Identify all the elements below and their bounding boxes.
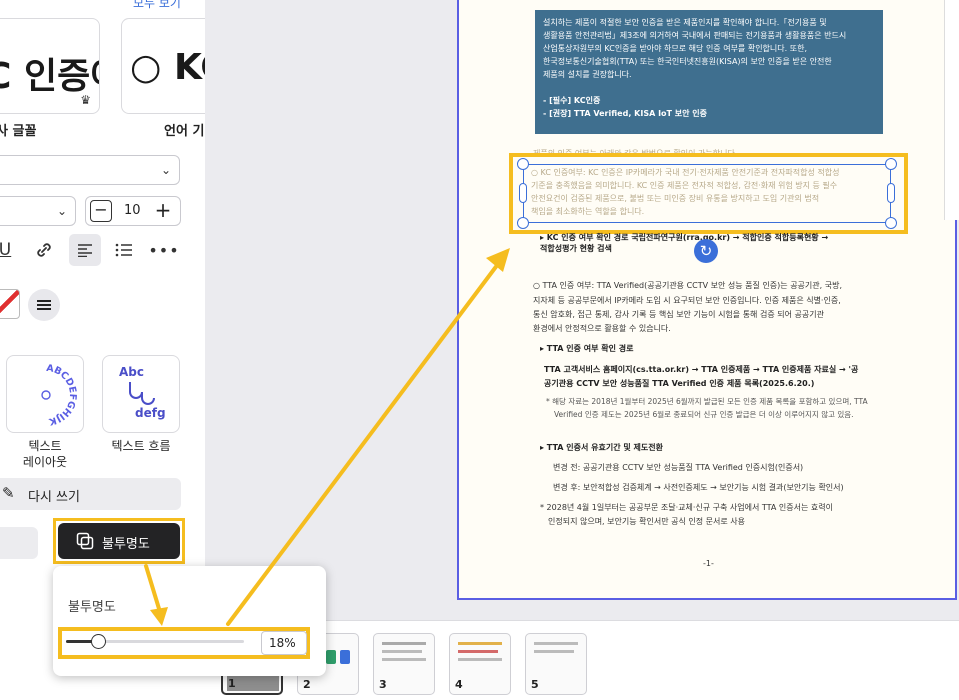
secondary-button[interactable] [0, 527, 38, 559]
opacity-value-input[interactable]: 18% [261, 631, 307, 655]
opacity-icon [76, 532, 94, 550]
info-line: 한국정보통신기술협회(TTA) 또는 한국인터넷진흥원(KISA)의 보안 인증… [543, 57, 832, 66]
info-line: 산업통상자원부의 KC인증을 받아야 하므로 해당 인증 여부를 확인합니다. … [543, 44, 807, 53]
font-card-1[interactable]: C 인증여 ♛ [0, 18, 100, 114]
font-size-value[interactable]: 10 [124, 203, 141, 218]
chevron-down-icon: ⌄ [160, 163, 171, 177]
flow-text-top: Abc [119, 365, 144, 379]
opacity-value: 18% [269, 636, 296, 650]
rotate-icon[interactable]: ↻ [694, 239, 718, 263]
thumbnail-preview [382, 650, 422, 653]
bullet-list-icon[interactable] [110, 236, 138, 264]
resize-handle[interactable] [517, 158, 529, 170]
resize-handle[interactable] [517, 217, 529, 229]
resize-handle[interactable] [885, 217, 897, 229]
font-card-label: 언어 기 [164, 124, 205, 139]
effect-label: 레이아웃 [22, 455, 68, 469]
opacity-button-label: 불투명도 [102, 537, 150, 552]
opacity-popup-title: 불투명도 [68, 600, 116, 615]
plus-button[interactable]: + [152, 200, 174, 222]
font-sample: C 인증여 [0, 56, 99, 97]
doc-text: 변경 전: 공공기관용 CCTV 보안 성능품질 TTA Verified 인증… [553, 463, 804, 472]
opacity-button[interactable]: 불투명도 [58, 523, 180, 559]
show-all-link[interactable]: 모두 보기 [133, 0, 181, 11]
thumbnail-preview [340, 650, 350, 664]
minus-button[interactable]: − [90, 200, 112, 222]
doc-text: Verified 인증 제도는 2025년 6월로 종료되어 신규 인증 발급은… [554, 410, 854, 419]
page-number: -1- [703, 559, 714, 568]
align-left-icon[interactable] [69, 234, 101, 266]
info-line: - [필수] KC인증 [543, 96, 601, 105]
rewrite-label: 다시 쓰기 [28, 490, 80, 505]
thumbnail-preview [382, 642, 426, 645]
more-options-icon[interactable]: ••• [148, 236, 178, 264]
font-sample: ○ KC [130, 47, 205, 88]
magic-wand-icon: ✎ [2, 484, 15, 502]
font-card-label: 사 글꼴 [0, 124, 37, 139]
doc-text: ▸ TTA 인증서 유효기간 및 제도전환 [540, 443, 663, 452]
resize-handle[interactable] [885, 158, 897, 170]
text-layout-effect[interactable]: ABCDEFGHIJK [6, 355, 84, 433]
thumbnail-preview [534, 650, 574, 653]
resize-handle[interactable] [519, 183, 527, 203]
doc-text: 환경에서 안정적으로 활용할 수 있습니다. [533, 324, 671, 333]
side-panel-edge [944, 0, 959, 220]
thumbnail-number: 3 [379, 678, 387, 691]
doc-text: 공기관용 CCTV 보안 성능품질 TTA Verified 인증 제품 목록(… [544, 379, 815, 388]
info-line [543, 81, 875, 94]
doc-text: 적합성평가 현황 검색 [540, 244, 612, 253]
font-family-select[interactable]: ⌄ [0, 155, 180, 185]
doc-text: ▸ TTA 인증 여부 확인 경로 [540, 344, 634, 353]
thumbnail-number: 2 [303, 678, 311, 691]
doc-text: ○ TTA 인증 여부: TTA Verified(공공기관용 CCTV 보안 … [533, 281, 842, 290]
font-style-select[interactable]: ⌄ [0, 196, 76, 226]
info-line: 설치하는 제품이 적절한 보안 인증을 받은 제품인지를 확인해야 합니다.「전… [543, 18, 827, 27]
font-size-stepper: − 10 + [85, 196, 181, 226]
thumbnail-preview [458, 658, 502, 661]
doc-text: 인정되지 않으며, 보안기능 확인서만 공식 인정 문서로 사용 [548, 517, 745, 526]
page-thumbnail-3[interactable]: 3 [373, 633, 435, 695]
thumbnail-number: 5 [531, 678, 539, 691]
selection-frame [523, 164, 891, 223]
thumbnail-preview [534, 642, 578, 645]
chevron-down-icon: ⌄ [56, 204, 67, 218]
text-flow-effect[interactable]: Abc defg [102, 355, 180, 433]
page-thumbnail-4[interactable]: 4 [449, 633, 511, 695]
circular-text-icon: ABCDEFGHIJK [41, 363, 78, 427]
doc-text: * 해당 자료는 2018년 1월부터 2025년 6월까지 발급된 모든 인증… [546, 397, 868, 406]
thumbnail-preview [458, 650, 498, 653]
doc-text: * 2028년 4월 1일부터는 공공부문 조달·교체·신규 구축 사업에서 T… [540, 503, 833, 512]
doc-text: 지자체 등 공공부문에서 IP카메라 도입 시 요구되던 보안 인증입니다. 인… [533, 296, 841, 305]
crown-icon: ♛ [80, 93, 91, 107]
info-line: 제품의 설치를 권장합니다. [543, 70, 632, 79]
page-thumbnail-5[interactable]: 5 [525, 633, 587, 695]
thumbnail-preview [326, 650, 336, 664]
resize-handle[interactable] [887, 183, 895, 203]
opacity-slider-handle[interactable] [91, 634, 107, 649]
info-line: - [권장] TTA Verified, KISA IoT 보안 인증 [543, 109, 708, 118]
text-color-swatch[interactable] [0, 289, 20, 319]
info-line: 생활용품 안전관리법」제3조에 의거하여 국내에서 판매되는 전기용품과 생활용… [543, 31, 847, 40]
link-icon[interactable] [30, 236, 58, 264]
opacity-popup: 불투명도 [53, 566, 326, 676]
doc-text: TTA 고객서비스 홈페이지(cs.tta.or.kr) → TTA 인증제품 … [544, 365, 859, 374]
thumbnail-number: 1 [228, 677, 236, 690]
thumbnail-number: 4 [455, 678, 463, 691]
doc-text: 통신 암호화, 접근 통제, 감사 기록 등 핵심 보안 기능이 시험을 통해 … [533, 310, 824, 319]
effect-label: 텍스트 [28, 439, 62, 453]
info-box[interactable]: 설치하는 제품이 적절한 보안 인증을 받은 제품인지를 확인해야 합니다.「전… [535, 10, 883, 134]
flow-text-bottom: defg [135, 406, 166, 420]
line-spacing-icon[interactable] [28, 289, 60, 321]
thumbnail-preview [458, 642, 502, 645]
thumbnail-preview [382, 658, 426, 661]
effect-label: 텍스트 흐름 [111, 439, 171, 453]
font-card-2[interactable]: ○ KC [121, 18, 205, 114]
doc-text: 변경 후: 보안적합성 검증체계 → 사전인증제도 → 보안기능 시험 결과(보… [553, 483, 844, 492]
rewrite-button[interactable]: ✎ 다시 쓰기 [0, 478, 181, 510]
underline-icon[interactable]: U [0, 238, 14, 262]
